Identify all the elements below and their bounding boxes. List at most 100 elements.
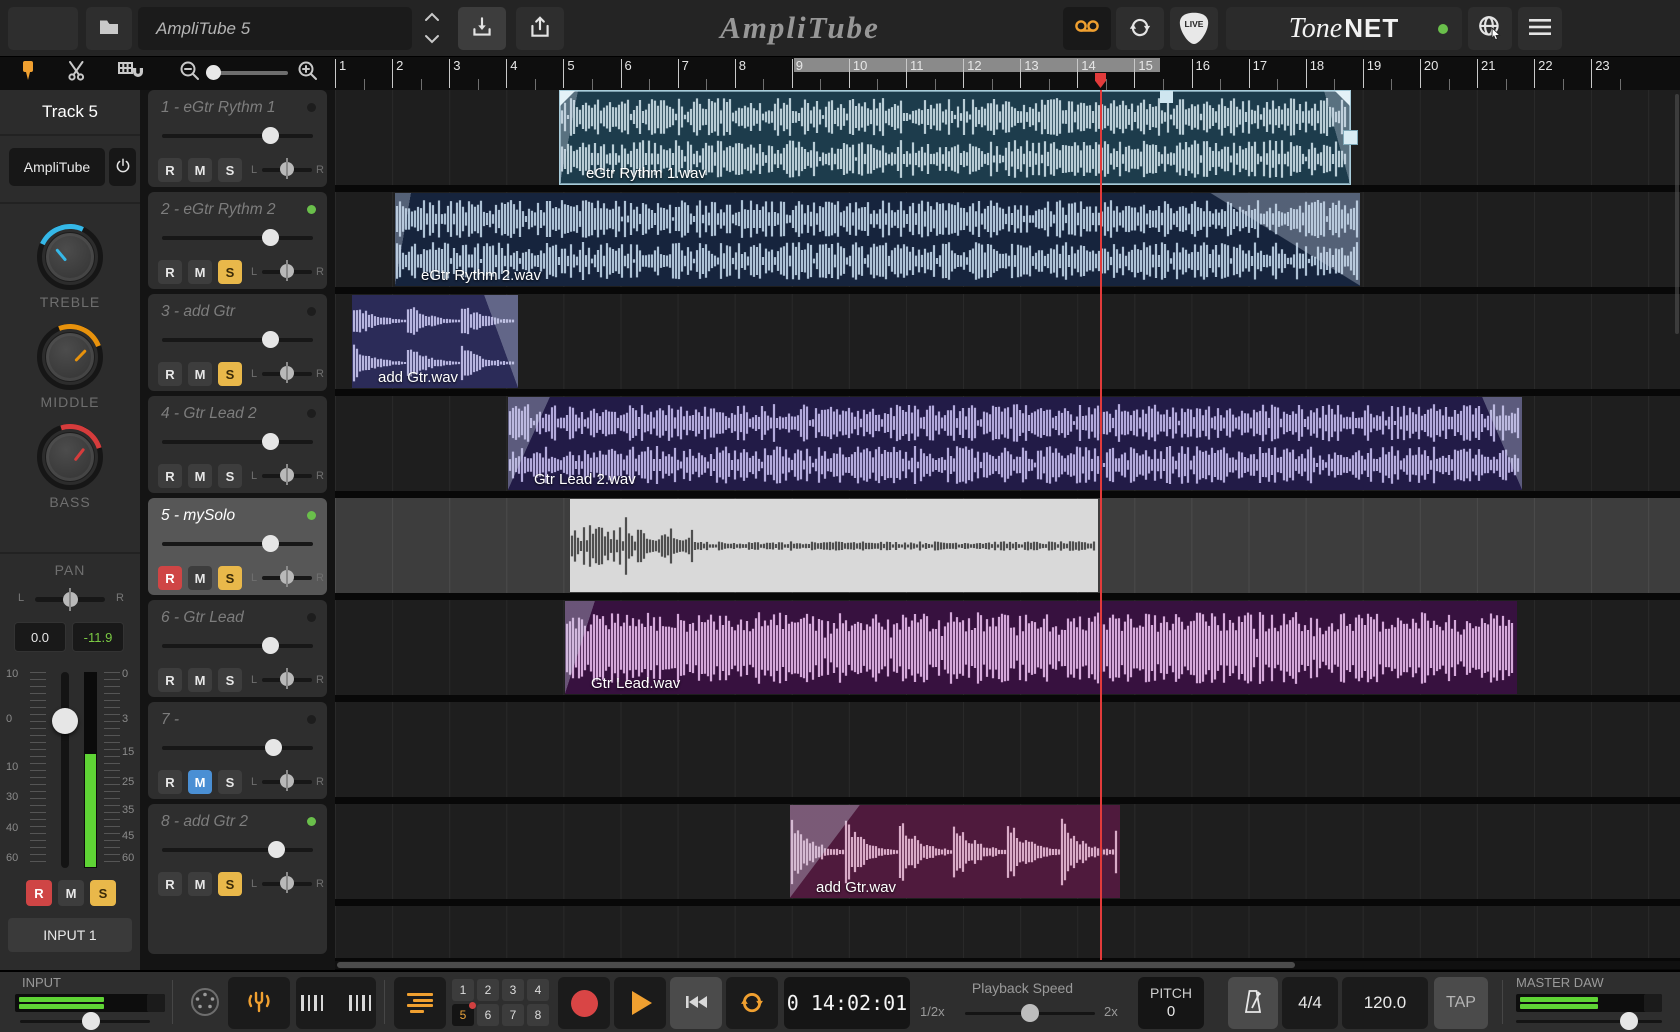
volume-fader[interactable]	[61, 672, 69, 868]
track-header-3[interactable]: 3 - add GtrRMSLR	[148, 294, 327, 391]
track-mute-button[interactable]: M	[188, 668, 212, 692]
middle-knob[interactable]: MIDDLE	[30, 324, 110, 410]
track-volume-handle[interactable]	[262, 535, 279, 552]
track-record-button[interactable]: R	[158, 566, 182, 590]
track-volume-handle[interactable]	[268, 841, 285, 858]
track-solo-button[interactable]: S	[218, 872, 242, 896]
track-pan-slider[interactable]	[262, 474, 312, 478]
pitch-control[interactable]: PITCH 0	[1138, 977, 1204, 1029]
track-mute-button[interactable]: M	[188, 362, 212, 386]
transport-track-2[interactable]: 2	[477, 979, 499, 1001]
input-select-button[interactable]: INPUT 1	[8, 918, 132, 952]
track-volume-handle[interactable]	[262, 127, 279, 144]
track-pan-slider[interactable]	[262, 678, 312, 682]
track-pan-slider[interactable]	[262, 882, 312, 886]
track-record-button[interactable]: R	[158, 260, 182, 284]
track-volume-slider[interactable]	[162, 746, 313, 750]
bass-knob[interactable]: BASS	[30, 424, 110, 510]
network-button[interactable]	[1468, 7, 1512, 50]
track-volume-slider[interactable]	[162, 236, 313, 240]
track-solo-button[interactable]: S	[218, 362, 242, 386]
track-mute-button[interactable]: M	[188, 464, 212, 488]
volume-fader-handle[interactable]	[52, 708, 78, 734]
import-button[interactable]	[458, 7, 506, 50]
mute-button[interactable]: M	[58, 880, 84, 906]
track-header-2[interactable]: 2 - eGtr Rythm 2RMSLR	[148, 192, 327, 289]
audio-clip[interactable]: add Gtr.wav	[352, 295, 518, 388]
track-pan-handle[interactable]	[280, 366, 294, 380]
audio-clip[interactable]: eGtr Rythm 2.wav	[395, 193, 1360, 286]
track-record-button[interactable]: R	[158, 872, 182, 896]
track-header-8[interactable]: 8 - add Gtr 2RMSLR	[148, 804, 327, 954]
track-volume-slider[interactable]	[162, 542, 313, 546]
input-level-slider[interactable]	[20, 1020, 150, 1023]
track-volume-slider[interactable]	[162, 440, 313, 444]
loop-playback-button[interactable]	[726, 977, 778, 1029]
playhead-pin[interactable]	[1095, 73, 1106, 88]
zoom-slider-handle[interactable]	[206, 65, 221, 80]
tonenet-panel[interactable]: Tone NET	[1226, 7, 1462, 50]
preset-name-field[interactable]: AmpliTube 5	[138, 7, 412, 50]
transport-track-6[interactable]: 6	[477, 1004, 499, 1026]
tuner-button[interactable]	[228, 977, 290, 1029]
track-pan-slider[interactable]	[262, 168, 312, 172]
track-solo-button[interactable]: S	[218, 464, 242, 488]
amplitube-plugin-button[interactable]: AmpliTube	[9, 148, 105, 186]
audio-clip[interactable]: Gtr Lead 2.wav	[508, 397, 1522, 490]
playback-speed-handle[interactable]	[1021, 1004, 1039, 1022]
transport-track-7[interactable]: 7	[502, 1004, 524, 1026]
track-volume-slider[interactable]	[162, 644, 313, 648]
audio-clip[interactable]: Gtr Lead.wav	[565, 601, 1517, 694]
open-preset-button[interactable]	[86, 7, 132, 50]
clip-fade-handle-left[interactable]	[560, 91, 575, 106]
treble-knob[interactable]: TREBLE	[30, 224, 110, 310]
midi-button[interactable]	[185, 984, 225, 1024]
track-volume-handle[interactable]	[262, 229, 279, 246]
track-record-button[interactable]: R	[158, 668, 182, 692]
transport-track-8[interactable]: 8	[527, 1004, 549, 1026]
recorder-button[interactable]	[1063, 7, 1111, 50]
clip-resize-handle[interactable]	[1343, 130, 1358, 145]
track-header-6[interactable]: 6 - Gtr LeadRMSLR	[148, 600, 327, 697]
vertical-scrollbar[interactable]	[1675, 94, 1679, 334]
track-record-button[interactable]: R	[158, 158, 182, 182]
track-header-1[interactable]: 1 - eGtr Rythm 1RMSLR	[148, 90, 327, 187]
track-solo-button[interactable]: S	[218, 260, 242, 284]
pan-slider[interactable]	[35, 597, 105, 602]
track-header-5[interactable]: 5 - mySoloRMSLR	[148, 498, 327, 595]
track-record-button[interactable]: R	[158, 770, 182, 794]
zoom-in-button[interactable]	[294, 57, 322, 90]
track-volume-handle[interactable]	[262, 637, 279, 654]
audio-clip[interactable]: eGtr Rythm 1.wav	[560, 91, 1350, 184]
track-pan-slider[interactable]	[262, 780, 312, 784]
clip-fade-handle-right[interactable]	[1335, 91, 1350, 106]
track-volume-handle[interactable]	[262, 331, 279, 348]
input-level-handle[interactable]	[82, 1012, 100, 1030]
time-signature-button[interactable]: 4/4	[1282, 977, 1338, 1029]
volume-value[interactable]: -11.9	[72, 622, 124, 652]
record-button[interactable]	[558, 977, 610, 1029]
track-volume-handle[interactable]	[262, 433, 279, 450]
track-pan-slider[interactable]	[262, 372, 312, 376]
track-record-button[interactable]: R	[158, 464, 182, 488]
track-mute-button[interactable]: M	[188, 260, 212, 284]
export-button[interactable]	[516, 7, 564, 50]
track-volume-slider[interactable]	[162, 134, 313, 138]
track-volume-slider[interactable]	[162, 848, 313, 852]
timeline-zoom-slider[interactable]	[206, 71, 288, 75]
track-record-button[interactable]: R	[158, 362, 182, 386]
time-display[interactable]: 0 14:02:01	[784, 977, 910, 1029]
transport-track-1[interactable]: 1	[452, 979, 474, 1001]
marker-tool-button[interactable]	[14, 57, 42, 90]
window-button[interactable]	[8, 7, 78, 50]
track-solo-button[interactable]: S	[218, 770, 242, 794]
track-solo-button[interactable]: S	[218, 668, 242, 692]
record-arm-button[interactable]: R	[26, 880, 52, 906]
track-pan-slider[interactable]	[262, 270, 312, 274]
bpm-button[interactable]: 120.0	[1342, 977, 1428, 1029]
master-volume-handle[interactable]	[1620, 1012, 1638, 1030]
track-pan-handle[interactable]	[280, 570, 294, 584]
track-header-4[interactable]: 4 - Gtr Lead 2RMSLR	[148, 396, 327, 493]
playback-speed-slider[interactable]	[965, 1012, 1095, 1015]
rewind-button[interactable]	[670, 977, 722, 1029]
